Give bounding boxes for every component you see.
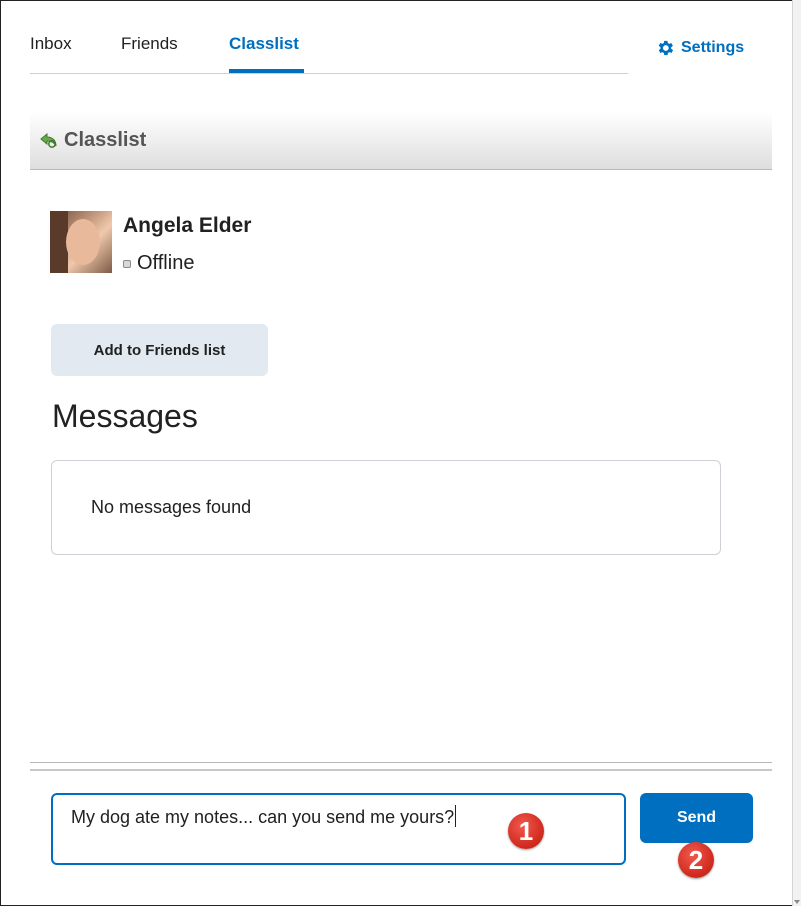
user-name: Angela Elder	[123, 214, 252, 237]
step-2-badge: 2	[678, 842, 714, 878]
tab-bar: Inbox Friends Classlist	[30, 0, 628, 74]
presence-status: Offline	[123, 252, 194, 275]
back-bar-title: Classlist	[64, 129, 147, 151]
settings-label: Settings	[681, 39, 745, 56]
send-button[interactable]: Send	[640, 793, 753, 843]
messages-list: No messages found	[51, 460, 721, 555]
avatar	[50, 211, 112, 273]
message-input-value: My dog ate my notes... can you send me y…	[71, 807, 455, 827]
step-1-badge: 1	[508, 813, 544, 849]
composer-divider-shadow	[30, 769, 772, 771]
offline-status-icon	[123, 259, 131, 268]
tab-friends[interactable]: Friends	[121, 34, 178, 54]
classlist-back-bar[interactable]: Classlist	[30, 112, 772, 170]
tab-classlist[interactable]: Classlist	[229, 34, 299, 54]
add-to-friends-button[interactable]: Add to Friends list	[51, 324, 268, 376]
scroll-down-icon[interactable]	[794, 900, 800, 904]
text-caret	[455, 805, 457, 827]
tab-inbox[interactable]: Inbox	[30, 34, 72, 54]
presence-label: Offline	[137, 252, 195, 274]
back-arrow-icon	[40, 132, 57, 148]
scrollbar[interactable]	[792, 0, 801, 906]
gear-icon	[658, 40, 674, 56]
messages-heading: Messages	[52, 398, 198, 434]
settings-link[interactable]: Settings	[655, 38, 744, 58]
composer-divider	[30, 762, 772, 763]
empty-messages-text: No messages found	[91, 497, 252, 517]
active-tab-indicator	[229, 69, 304, 73]
